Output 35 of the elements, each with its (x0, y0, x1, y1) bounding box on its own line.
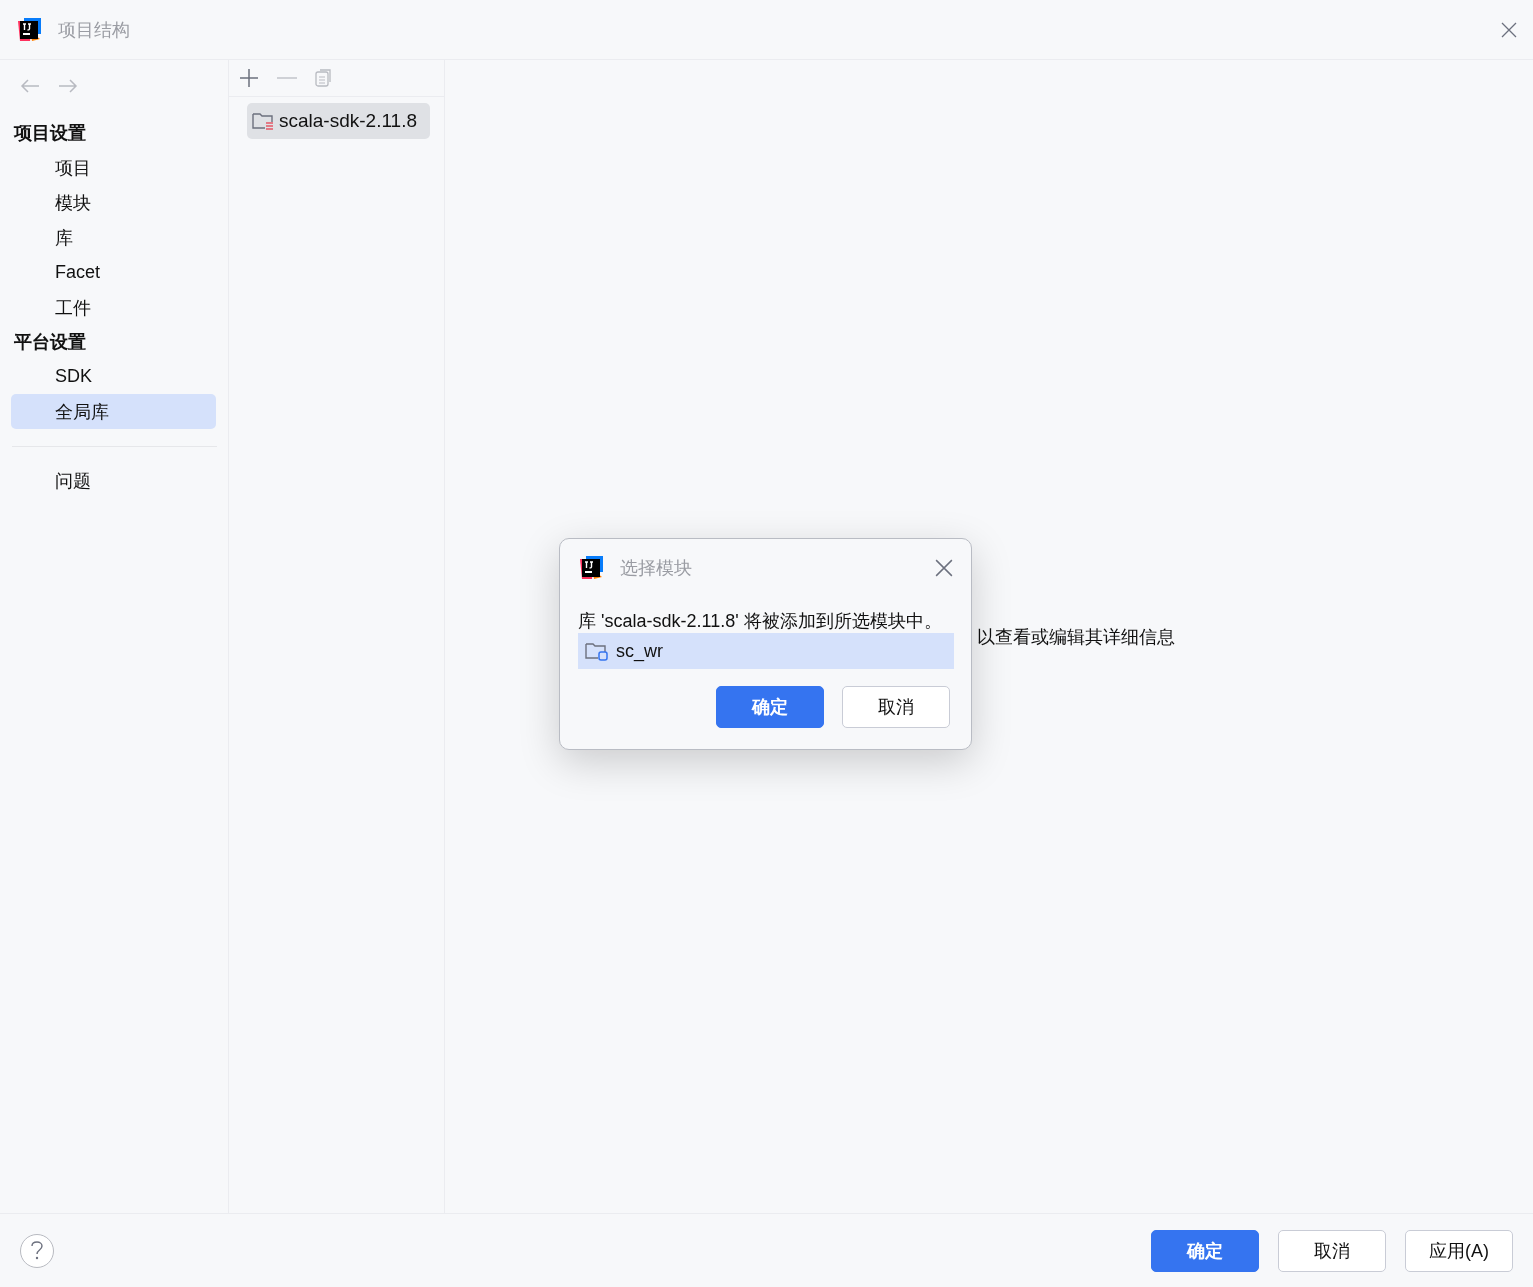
question-icon (31, 1240, 43, 1261)
module-folder-icon (584, 640, 608, 662)
sidebar-item[interactable]: Facet (11, 255, 216, 290)
ok-button[interactable]: 确定 (716, 686, 824, 728)
forward-arrow-icon[interactable] (58, 79, 78, 93)
window-title: 项目结构 (58, 18, 131, 42)
copy-icon[interactable] (315, 69, 333, 87)
sidebar-item[interactable]: 库 (11, 220, 216, 255)
dialog-button[interactable]: 取消 (1278, 1229, 1386, 1272)
section-heading: 平台设置 (13, 331, 87, 354)
help-button[interactable] (20, 1233, 54, 1268)
dialog-title: 选择模块 (620, 557, 693, 580)
dialog-message: 库 'scala-sdk-2.11.8' 将被添加到所选模块中。 (578, 610, 943, 633)
add-icon[interactable] (239, 68, 259, 88)
sidebar-item[interactable]: SDK (11, 359, 216, 394)
library-item[interactable]: scala-sdk-2.11.8 (247, 103, 430, 139)
module-item[interactable]: sc_wr (578, 633, 954, 669)
cancel-button[interactable]: 取消 (842, 686, 950, 728)
sidebar-item[interactable]: 模块 (11, 185, 216, 220)
sidebar-item[interactable]: 问题 (11, 463, 216, 498)
module-name: sc_wr (616, 640, 663, 662)
dialog-button[interactable]: 应用(A) (1405, 1229, 1513, 1272)
back-arrow-icon[interactable] (20, 79, 40, 93)
section-heading: 项目设置 (12, 122, 87, 145)
close-button[interactable] (935, 559, 953, 577)
ok-button[interactable]: 确定 (1151, 1229, 1259, 1272)
sidebar-item[interactable]: 项目 (11, 150, 216, 185)
app-logo-icon (578, 555, 604, 581)
sidebar-item[interactable]: 工件 (11, 290, 216, 325)
library-name: scala-sdk-2.11.8 (279, 110, 417, 132)
close-icon[interactable] (1501, 21, 1517, 38)
sidebar-item[interactable]: 全局库 (11, 394, 216, 429)
app-logo-icon (16, 16, 42, 43)
details-hint: 以查看或编辑其详细信息 (977, 626, 1175, 649)
library-folder-icon (251, 110, 275, 132)
